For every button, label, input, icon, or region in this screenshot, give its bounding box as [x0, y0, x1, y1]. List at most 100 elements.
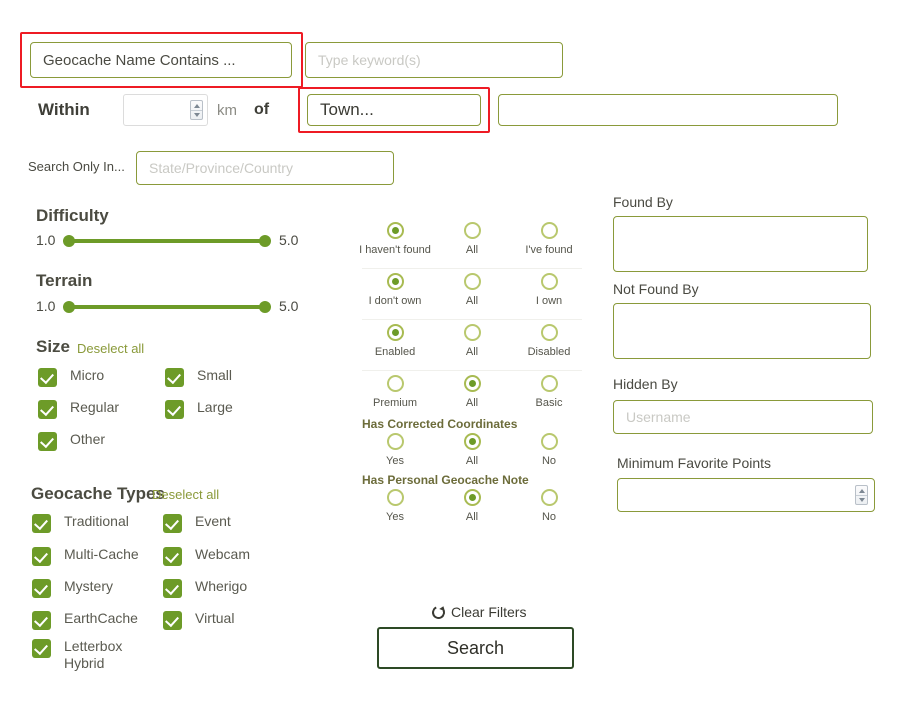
radio-selected-icon[interactable] [386, 222, 404, 239]
type-item-event[interactable]: Event [163, 513, 231, 533]
type-item-multi-cache[interactable]: Multi-Cache [32, 546, 139, 566]
radio-group-status[interactable]: Enabled All Disabled [358, 324, 586, 358]
radio-option[interactable]: I don't own [358, 273, 432, 307]
town-input[interactable] [307, 94, 481, 126]
radio-unselected-icon[interactable] [540, 433, 558, 450]
radio-option[interactable]: All [435, 375, 509, 409]
radio-selected-icon[interactable] [463, 433, 481, 450]
size-item-large[interactable]: Large [165, 399, 233, 419]
radio-unselected-icon[interactable] [386, 433, 404, 450]
radio-selected-icon[interactable] [463, 375, 481, 392]
radio-option[interactable]: I own [512, 273, 586, 307]
radio-unselected-icon[interactable] [386, 375, 404, 392]
checkbox-checked-icon[interactable] [165, 368, 184, 387]
checkbox-checked-icon[interactable] [32, 639, 51, 658]
radio-unselected-icon[interactable] [463, 324, 481, 341]
radio-option[interactable]: All [435, 273, 509, 307]
radio-option[interactable]: All [435, 222, 509, 256]
clear-filters-button[interactable]: Clear Filters [430, 603, 526, 621]
radio-unselected-icon[interactable] [540, 324, 558, 341]
radio-option[interactable]: Premium [358, 375, 432, 409]
difficulty-track[interactable] [66, 239, 268, 243]
location-input[interactable] [498, 94, 838, 126]
radio-selected-icon[interactable] [463, 489, 481, 506]
type-item-letterbox-hybrid[interactable]: Letterbox Hybrid [32, 638, 126, 672]
geocache-name-input[interactable] [30, 42, 292, 78]
difficulty-slider[interactable]: 1.0 5.0 [36, 230, 298, 252]
radio-selected-icon[interactable] [386, 273, 404, 290]
radio-unselected-icon[interactable] [540, 222, 558, 239]
min-favorite-points-stepper[interactable] [855, 485, 868, 505]
size-item-micro[interactable]: Micro [38, 367, 104, 387]
not-found-by-input[interactable] [613, 303, 871, 359]
radio-option[interactable]: I've found [512, 222, 586, 256]
radio-unselected-icon[interactable] [386, 489, 404, 506]
radio-unselected-icon[interactable] [463, 222, 481, 239]
hidden-by-input[interactable] [613, 400, 873, 434]
distance-input-box[interactable] [123, 94, 208, 126]
checkbox-checked-icon[interactable] [163, 514, 182, 533]
terrain-min-handle[interactable] [63, 301, 75, 313]
checkbox-checked-icon[interactable] [163, 547, 182, 566]
size-deselect-all[interactable]: Deselect all [77, 341, 144, 356]
size-item-other[interactable]: Other [38, 431, 105, 451]
distance-stepper[interactable] [190, 100, 203, 120]
difficulty-max-handle[interactable] [259, 235, 271, 247]
region-input[interactable] [136, 151, 394, 185]
keyword-input[interactable] [305, 42, 563, 78]
terrain-max-handle[interactable] [259, 301, 271, 313]
checkbox-checked-icon[interactable] [32, 611, 51, 630]
size-item-regular[interactable]: Regular [38, 399, 119, 419]
radio-option[interactable]: Basic [512, 375, 586, 409]
radio-option[interactable]: Enabled [358, 324, 432, 358]
radio-group-membership[interactable]: Premium All Basic [358, 375, 586, 409]
radio-option[interactable]: No [512, 489, 586, 523]
radio-group-ownership[interactable]: I don't own All I own [358, 273, 586, 307]
radio-unselected-icon[interactable] [463, 273, 481, 290]
radio-group-personal-note[interactable]: Yes All No [358, 489, 586, 523]
checkbox-checked-icon[interactable] [32, 547, 51, 566]
geocache-types-deselect-all[interactable]: Deselect all [152, 487, 219, 502]
radio-selected-icon[interactable] [386, 324, 404, 341]
radio-label: Basic [535, 397, 563, 409]
type-item-webcam[interactable]: Webcam [163, 546, 250, 566]
radio-option[interactable]: Disabled [512, 324, 586, 358]
radio-option[interactable]: I haven't found [358, 222, 432, 256]
radio-option[interactable]: All [435, 489, 509, 523]
radio-group-found[interactable]: I haven't found All I've found [358, 222, 586, 256]
type-item-mystery[interactable]: Mystery [32, 578, 113, 598]
checkbox-checked-icon[interactable] [165, 400, 184, 419]
type-item-wherigo[interactable]: Wherigo [163, 578, 247, 598]
radio-unselected-icon[interactable] [540, 273, 558, 290]
radio-unselected-icon[interactable] [540, 489, 558, 506]
type-item-earthcache[interactable]: EarthCache [32, 610, 138, 630]
stepper-down[interactable] [856, 495, 867, 504]
stepper-up[interactable] [191, 101, 202, 110]
checkbox-label: Mystery [64, 578, 113, 594]
radio-group-corrected-coordinates[interactable]: Yes All No [358, 433, 586, 467]
checkbox-checked-icon[interactable] [38, 432, 57, 451]
checkbox-checked-icon[interactable] [32, 579, 51, 598]
checkbox-checked-icon[interactable] [38, 400, 57, 419]
stepper-down[interactable] [191, 110, 202, 119]
checkbox-checked-icon[interactable] [32, 514, 51, 533]
radio-option[interactable]: All [435, 324, 509, 358]
radio-option[interactable]: Yes [358, 489, 432, 523]
terrain-slider[interactable]: 1.0 5.0 [36, 296, 298, 318]
radio-option[interactable]: Yes [358, 433, 432, 467]
checkbox-checked-icon[interactable] [38, 368, 57, 387]
checkbox-checked-icon[interactable] [163, 579, 182, 598]
difficulty-min-handle[interactable] [63, 235, 75, 247]
stepper-up[interactable] [856, 486, 867, 495]
min-favorite-points-input[interactable] [617, 478, 875, 512]
terrain-track[interactable] [66, 305, 268, 309]
size-item-small[interactable]: Small [165, 367, 232, 387]
search-button[interactable]: Search [377, 627, 574, 669]
radio-option[interactable]: All [435, 433, 509, 467]
type-item-traditional[interactable]: Traditional [32, 513, 129, 533]
type-item-virtual[interactable]: Virtual [163, 610, 234, 630]
radio-unselected-icon[interactable] [540, 375, 558, 392]
radio-option[interactable]: No [512, 433, 586, 467]
checkbox-checked-icon[interactable] [163, 611, 182, 630]
found-by-input[interactable] [613, 216, 868, 272]
